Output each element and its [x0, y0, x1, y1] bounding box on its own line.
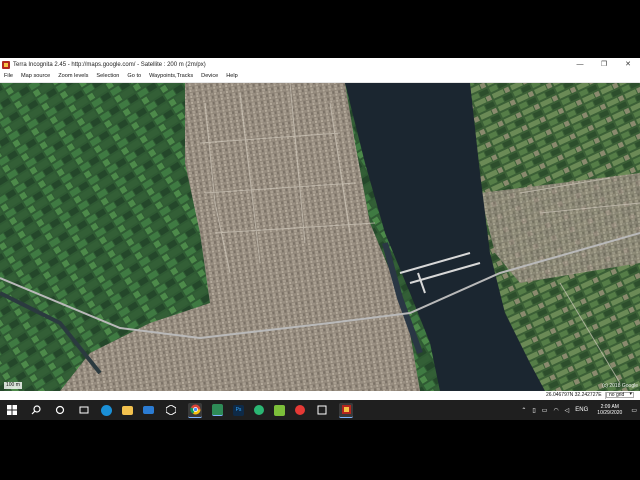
- notifications-icon[interactable]: ▭: [631, 407, 637, 414]
- task-view-icon[interactable]: [77, 403, 91, 417]
- file-explorer-icon[interactable]: [122, 405, 133, 415]
- menu-map-source[interactable]: Map source: [17, 71, 54, 82]
- menu-selection[interactable]: Selection: [92, 71, 123, 82]
- satellite-imagery: [0, 83, 640, 391]
- menu-device[interactable]: Device: [197, 71, 222, 82]
- clock[interactable]: 2:09 AM 10/29/2020: [597, 404, 622, 416]
- terra-incognita-taskbar-icon[interactable]: [339, 402, 353, 418]
- menu-help[interactable]: Help: [222, 71, 242, 82]
- menu-zoom-levels[interactable]: Zoom levels: [54, 71, 92, 82]
- cortana-icon[interactable]: [53, 403, 67, 417]
- clock-date: 10/29/2020: [597, 410, 623, 416]
- language-indicator[interactable]: ENG: [575, 407, 588, 413]
- usb-device-icon[interactable]: ▯: [532, 407, 535, 414]
- map-scale-label: 100 m: [4, 382, 22, 389]
- search-icon[interactable]: [29, 403, 43, 417]
- cursor-coordinates: 26.046797N 32.242727E: [546, 392, 606, 399]
- map-copyright: (c) 2018 Google: [602, 383, 638, 389]
- application-window: Terra Incognita 2.45 - http://maps.googl…: [0, 58, 640, 420]
- system-tray: ⌃ ▯ ▭ ◠ ◁ ENG 2:09 AM 10/29/2020 ▭: [518, 400, 640, 420]
- wifi-icon[interactable]: ◠: [553, 407, 558, 414]
- network-icon[interactable]: ▭: [542, 407, 548, 414]
- mail-icon[interactable]: [143, 406, 154, 414]
- vm-icon[interactable]: [274, 404, 285, 416]
- grid-select[interactable]: no grid: [606, 392, 634, 398]
- maximize-button[interactable]: ❐: [592, 58, 616, 71]
- youtube-icon[interactable]: [295, 405, 305, 415]
- terra-incognita-app-icon[interactable]: [2, 60, 10, 69]
- start-windows-icon[interactable]: [5, 403, 19, 417]
- minimize-button[interactable]: —: [568, 58, 592, 71]
- close-button[interactable]: ✕: [616, 58, 640, 71]
- screen-capture-icon[interactable]: [315, 403, 329, 417]
- satellite-map-view[interactable]: 100 m (c) 2018 Google: [0, 83, 640, 391]
- status-bar: 26.046797N 32.242727E no grid: [0, 391, 640, 400]
- camtasia-icon[interactable]: [254, 405, 264, 415]
- menu-go-to[interactable]: Go to: [123, 71, 145, 82]
- edge-icon[interactable]: [101, 404, 112, 416]
- spreadsheet-icon[interactable]: [212, 404, 223, 416]
- volume-icon[interactable]: ◁: [565, 407, 570, 414]
- menu-bar: File Map source Zoom levels Selection Go…: [0, 71, 640, 83]
- windows-taskbar: Ps ⌃ ▯ ▭ ◠ ◁ ENG 2:09 AM 10/29/2020 ▭: [0, 400, 640, 420]
- window-title: Terra Incognita 2.45 - http://maps.googl…: [13, 61, 206, 68]
- menu-file[interactable]: File: [0, 71, 17, 82]
- show-hidden-icons-icon[interactable]: ⌃: [521, 407, 526, 414]
- title-bar[interactable]: Terra Incognita 2.45 - http://maps.googl…: [0, 58, 640, 71]
- menu-waypoints-tracks[interactable]: Waypoints,Tracks: [145, 71, 197, 82]
- unity-icon[interactable]: [164, 403, 178, 417]
- chrome-icon[interactable]: [188, 402, 202, 418]
- photoshop-icon[interactable]: Ps: [233, 404, 244, 416]
